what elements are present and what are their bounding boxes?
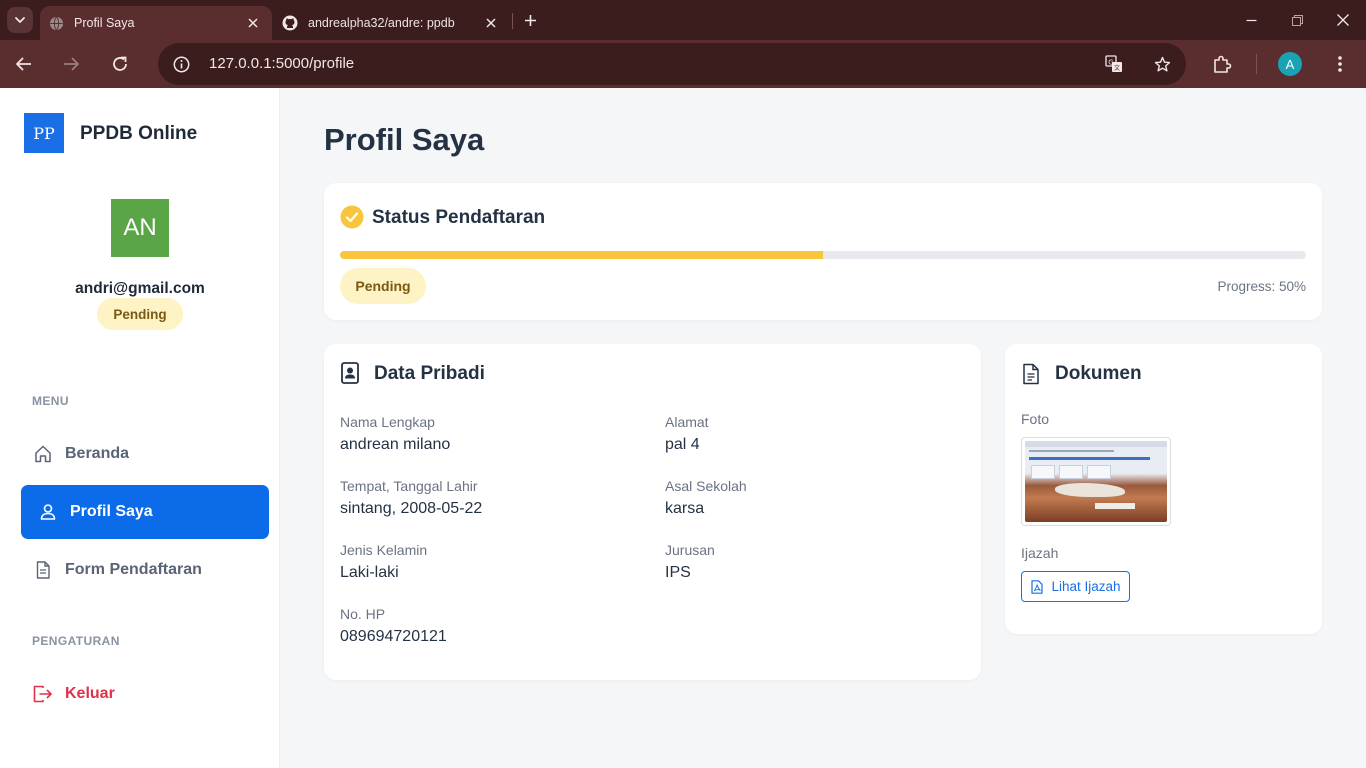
documents-card: Dokumen Foto Ijazah Lihat Ijazah [1005,344,1322,634]
sidebar-item-profil-saya[interactable]: Profil Saya [21,485,269,539]
sidebar-item-label: Form Pendaftaran [65,561,202,578]
field-value-asal-sekolah: karsa [665,500,705,517]
svg-text:G: G [1108,59,1113,67]
close-window-button[interactable] [1320,0,1366,40]
tab-divider [512,13,513,29]
sidebar-item-form-pendaftaran[interactable]: Form Pendaftaran [21,543,269,597]
toolbar-divider [1256,54,1257,74]
settings-section-label: PENGATURAN [32,634,120,648]
field-label-alamat: Alamat [665,414,709,430]
status-card: Status Pendaftaran Pending Progress: 50% [324,183,1322,320]
tab-title: Profil Saya [74,16,135,30]
field-label-asal-sekolah: Asal Sekolah [665,478,747,494]
document-icon [1022,363,1040,385]
back-button[interactable] [10,50,38,78]
progress-text: Progress: 50% [1217,279,1306,294]
reload-icon [113,56,127,71]
view-ijazah-label: Lihat Ijazah [1051,579,1121,594]
check-circle-icon [340,205,364,229]
more-vertical-icon [1338,56,1342,72]
close-icon[interactable] [244,14,262,32]
menu-section-label: MENU [32,394,69,408]
minimize-icon [1246,19,1256,21]
forward-button[interactable] [57,50,85,78]
user-email: andri@gmail.com [75,280,205,297]
arrow-right-icon [64,57,79,71]
sidebar-item-label: Keluar [65,685,115,702]
tab-search-button[interactable] [7,7,33,33]
site-info-button[interactable] [168,51,194,77]
extensions-button[interactable] [1208,50,1236,78]
field-value-jenis-kelamin: Laki-laki [340,564,399,581]
status-title: Status Pendaftaran [372,207,546,228]
field-value-no-hp: 089694720121 [340,628,447,645]
github-icon [282,15,298,31]
star-icon [1154,56,1170,71]
reload-button[interactable] [106,50,134,78]
minimize-button[interactable] [1228,0,1274,40]
arrow-left-icon [16,57,31,71]
bookmark-button[interactable] [1151,53,1173,75]
tab-profil-saya[interactable]: Profil Saya [40,6,272,40]
url-text: 127.0.0.1:5000/profile [209,55,355,72]
status-badge: Pending [97,298,183,330]
avatar: AN [111,199,169,257]
address-bar[interactable]: 127.0.0.1:5000/profile G文 [158,43,1186,85]
user-icon [37,501,59,523]
tab-title: andrealpha32/andre: ppdb [308,16,455,30]
field-value-nama: andrean milano [340,436,451,453]
logout-icon [32,683,54,705]
svg-text:文: 文 [1114,64,1120,72]
photo-thumbnail[interactable] [1021,437,1171,526]
chevron-down-icon [15,17,25,23]
close-icon [1337,14,1349,26]
photo-label: Foto [1021,411,1050,427]
progress-bar [340,251,1306,259]
status-badge: Pending [340,268,426,304]
restore-button[interactable] [1274,0,1320,40]
sidebar: PP PPDB Online AN andri@gmail.com Pendin… [0,88,280,768]
tab-github[interactable]: andrealpha32/andre: ppdb [274,6,510,40]
close-icon[interactable] [482,14,500,32]
plus-icon [524,14,536,26]
field-value-ttl: sintang, 2008-05-22 [340,500,483,517]
browser-profile-avatar[interactable]: A [1278,52,1302,76]
translate-icon: G文 [1105,55,1122,72]
translate-button[interactable]: G文 [1103,53,1125,75]
photo-image [1025,441,1167,522]
file-pdf-icon [1030,579,1044,594]
field-value-jurusan: IPS [665,564,691,581]
id-badge-icon [341,362,359,384]
browser-tab-bar: Profil Saya andrealpha32/andre: ppdb [0,0,1366,40]
field-value-alamat: pal 4 [665,436,700,453]
field-label-no-hp: No. HP [340,606,386,622]
personal-data-card: Data Pribadi Nama Lengkap andrean milano… [324,344,981,680]
browser-menu-button[interactable] [1326,50,1354,78]
page-title: Profil Saya [324,122,485,157]
info-icon [173,56,189,72]
browser-toolbar: 127.0.0.1:5000/profile G文 [0,40,1366,88]
progress-fill [340,251,823,259]
field-label-nama: Nama Lengkap [340,414,435,430]
sidebar-item-label: Beranda [65,445,130,462]
puzzle-icon [1214,55,1232,73]
document-icon [32,559,54,581]
home-icon [32,443,54,465]
brand-logo: PP [24,113,64,153]
personal-data-title: Data Pribadi [374,363,485,384]
restore-icon [1291,14,1303,26]
sidebar-item-beranda[interactable]: Beranda [21,427,269,481]
documents-title: Dokumen [1055,363,1142,384]
field-label-jenis-kelamin: Jenis Kelamin [340,542,428,558]
globe-icon [48,15,64,31]
field-label-jurusan: Jurusan [665,542,715,558]
field-label-ttl: Tempat, Tanggal Lahir [340,478,478,494]
ijazah-label: Ijazah [1021,545,1059,561]
new-tab-button[interactable] [519,9,541,31]
sidebar-item-keluar[interactable]: Keluar [21,667,269,721]
sidebar-item-label: Profil Saya [70,503,153,520]
brand-name: PPDB Online [80,123,198,144]
view-ijazah-button[interactable]: Lihat Ijazah [1021,571,1130,602]
